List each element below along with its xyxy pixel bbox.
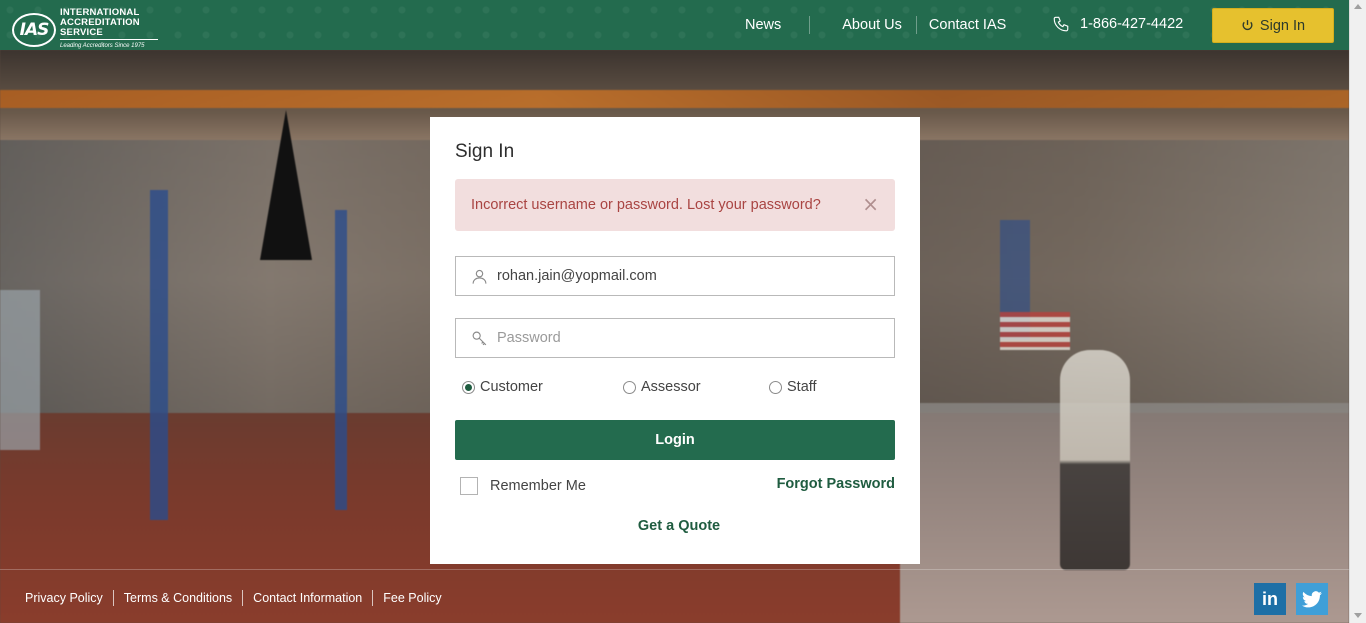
nav-divider: [915, 16, 917, 34]
footer-separator: [242, 590, 244, 606]
twitter-icon[interactable]: [1296, 583, 1328, 615]
signin-card: Sign In Incorrect username or password. …: [430, 117, 920, 564]
linkedin-icon[interactable]: in: [1254, 583, 1286, 615]
footer-privacy-policy[interactable]: Privacy Policy: [25, 591, 103, 605]
twitter-bird-icon: [1302, 590, 1322, 607]
phone-icon: [1053, 16, 1069, 32]
scrollbar[interactable]: [1349, 0, 1366, 623]
close-icon[interactable]: ×: [862, 194, 879, 214]
scroll-up-icon[interactable]: [1354, 4, 1362, 9]
nav-contact-ias[interactable]: Contact IAS: [929, 17, 1006, 33]
role-label: Staff: [787, 379, 817, 395]
logo-title: INTERNATIONAL ACCREDITATION SERVICE: [60, 7, 140, 38]
role-radio-staff[interactable]: Staff: [769, 379, 817, 395]
footer-divider: [0, 569, 1349, 570]
signin-title: Sign In: [455, 141, 515, 162]
footer-contact-information[interactable]: Contact Information: [253, 591, 362, 605]
radio-icon: [623, 380, 636, 394]
get-a-quote-link[interactable]: Get a Quote: [430, 518, 928, 534]
remember-me-checkbox[interactable]: Remember Me: [460, 477, 586, 495]
footer-separator: [372, 590, 374, 606]
nav-divider: [809, 16, 811, 34]
remember-me-label: Remember Me: [490, 478, 586, 494]
email-input[interactable]: [497, 268, 877, 284]
error-message: Incorrect username or password. Lost you…: [471, 197, 821, 213]
role-label: Assessor: [641, 379, 701, 395]
forgot-password-link[interactable]: Forgot Password: [777, 476, 895, 492]
header-signin-label: Sign In: [1259, 17, 1306, 34]
phone-number: 1-866-427-4422: [1080, 16, 1184, 32]
nav-news[interactable]: News: [745, 17, 781, 33]
user-icon: [472, 269, 487, 284]
footer-separator: [112, 590, 114, 606]
footer-terms-conditions[interactable]: Terms & Conditions: [124, 591, 232, 605]
linkedin-text: in: [1262, 588, 1278, 609]
scroll-down-icon[interactable]: [1354, 613, 1362, 618]
login-button[interactable]: Login: [455, 420, 895, 460]
site-header: IAS INTERNATIONAL ACCREDITATION SERVICE …: [0, 0, 1349, 50]
role-radio-group: Customer Assessor Staff: [462, 379, 882, 399]
role-radio-assessor[interactable]: Assessor: [623, 379, 701, 395]
password-field[interactable]: [455, 318, 895, 358]
footer-links: Privacy Policy Terms & Conditions Contac…: [25, 590, 442, 606]
header-signin-button[interactable]: Sign In: [1212, 8, 1334, 43]
main-nav: News About Us Contact IAS: [728, 0, 1006, 50]
key-icon: [472, 331, 487, 345]
globe-icon: IAS: [12, 12, 56, 47]
role-radio-customer[interactable]: Customer: [462, 379, 543, 395]
password-input[interactable]: [497, 330, 877, 346]
radio-selected-icon: [462, 380, 475, 394]
radio-icon: [769, 380, 782, 394]
ias-logo[interactable]: IAS INTERNATIONAL ACCREDITATION SERVICE …: [12, 8, 158, 51]
role-label: Customer: [480, 379, 543, 395]
logo-tagline: Leading Accreditors Since 1975: [60, 39, 158, 51]
phone-link[interactable]: 1-866-427-4422: [1052, 15, 1183, 33]
email-field[interactable]: [455, 256, 895, 296]
power-icon: [1242, 20, 1253, 31]
checkbox-icon: [460, 477, 478, 495]
footer-fee-policy[interactable]: Fee Policy: [383, 591, 441, 605]
logo-mark: IAS: [19, 19, 50, 40]
error-alert: Incorrect username or password. Lost you…: [455, 179, 895, 231]
nav-about-us[interactable]: About Us: [842, 17, 902, 33]
